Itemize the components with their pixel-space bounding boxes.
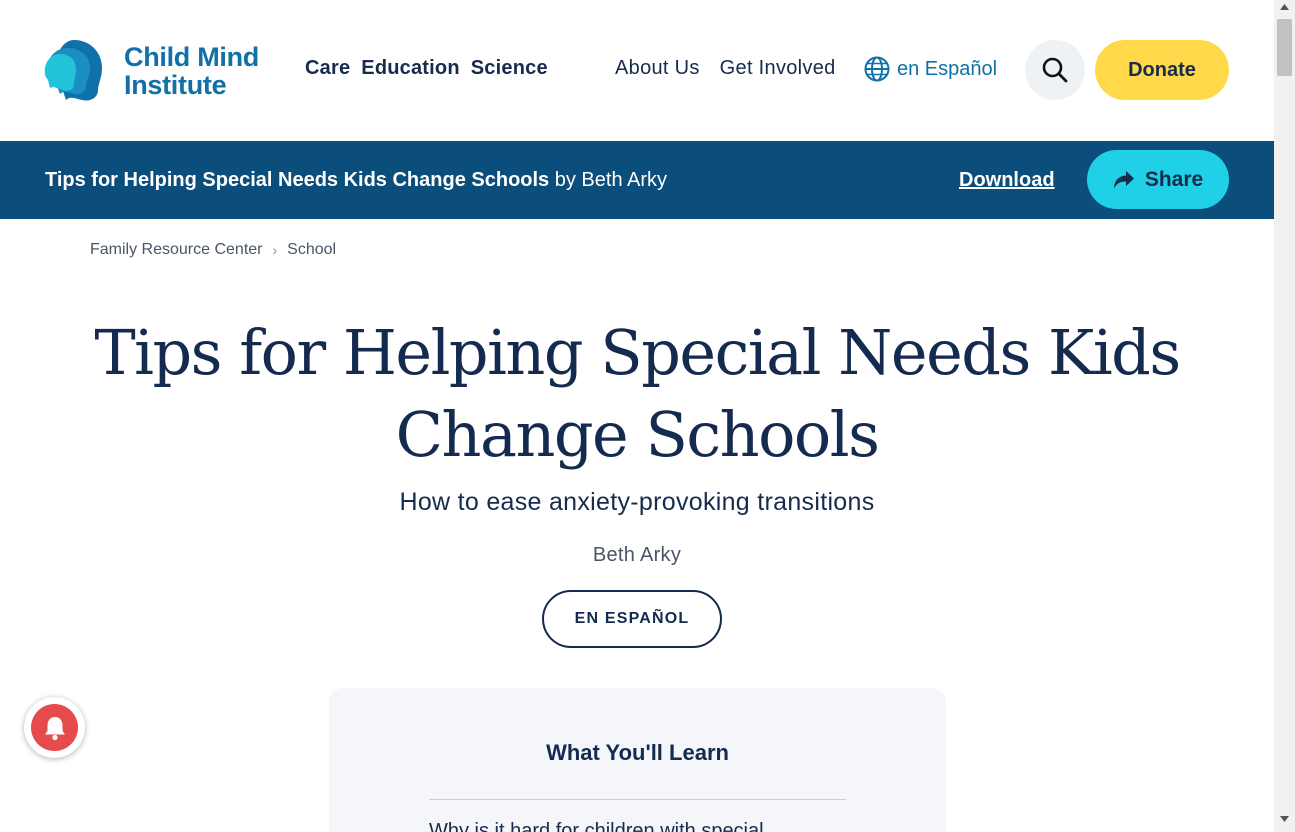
- share-arrow-icon: [1113, 170, 1134, 188]
- nav-care[interactable]: Care: [305, 57, 350, 80]
- breadcrumb: Family Resource Center › School: [90, 241, 336, 259]
- learn-item[interactable]: Why is it hard for children with special: [429, 820, 846, 832]
- sticky-title: Tips for Helping Special Needs Kids Chan…: [45, 169, 667, 192]
- notification-badge: [31, 704, 78, 751]
- logo-line2: Institute: [124, 70, 227, 100]
- logo-text: Child Mind Institute: [124, 43, 259, 99]
- logo-line1: Child Mind: [124, 42, 259, 72]
- download-link[interactable]: Download: [959, 169, 1055, 192]
- search-icon: [1042, 57, 1068, 83]
- secondary-nav: About Us Get Involved: [615, 57, 836, 80]
- page-scrollbar[interactable]: [1274, 0, 1295, 832]
- nav-education[interactable]: Education: [361, 57, 459, 80]
- what-youll-learn-box: What You'll Learn Why is it hard for chi…: [329, 688, 946, 832]
- nav-about-us[interactable]: About Us: [615, 57, 700, 80]
- notification-button[interactable]: [24, 697, 85, 758]
- chevron-right-icon: ›: [272, 242, 278, 258]
- page-title: Tips for Helping Special Needs Kids Chan…: [0, 312, 1274, 476]
- share-button[interactable]: Share: [1087, 150, 1229, 209]
- learn-heading: What You'll Learn: [546, 740, 729, 765]
- scroll-down-arrow-icon[interactable]: [1274, 816, 1295, 828]
- scrollbar-thumb[interactable]: [1277, 19, 1292, 76]
- nav-science[interactable]: Science: [471, 57, 548, 80]
- sticky-byline: by Beth Arky: [549, 169, 668, 191]
- donate-button[interactable]: Donate: [1095, 40, 1229, 100]
- learn-divider: [429, 799, 846, 800]
- article-author[interactable]: Beth Arky: [0, 544, 1274, 567]
- globe-icon: [864, 56, 890, 82]
- site-header: Child Mind Institute Care Education Scie…: [0, 0, 1274, 141]
- sticky-article-bar: Tips for Helping Special Needs Kids Chan…: [0, 141, 1274, 219]
- breadcrumb-school[interactable]: School: [287, 241, 336, 259]
- nav-get-involved[interactable]: Get Involved: [720, 57, 836, 80]
- bell-icon: [44, 716, 65, 740]
- search-button[interactable]: [1025, 40, 1085, 100]
- share-label: Share: [1144, 167, 1204, 191]
- language-link[interactable]: en Español: [864, 56, 997, 82]
- sticky-article-title: Tips for Helping Special Needs Kids Chan…: [45, 169, 550, 191]
- article-subtitle: How to ease anxiety-provoking transition…: [399, 488, 875, 516]
- en-espanol-button[interactable]: EN ESPAÑOL: [542, 590, 722, 648]
- primary-nav: Care Education Science: [305, 57, 548, 80]
- logo-link[interactable]: Child Mind Institute: [44, 36, 284, 106]
- logo-icon: [44, 40, 102, 101]
- breadcrumb-family-resource-center[interactable]: Family Resource Center: [90, 241, 263, 259]
- title-line-1: Tips for Helping Special Needs Kids: [94, 316, 1181, 389]
- title-line-2: Change Schools: [395, 398, 880, 471]
- language-label: en Español: [897, 57, 998, 80]
- scroll-up-arrow-icon[interactable]: [1274, 4, 1295, 16]
